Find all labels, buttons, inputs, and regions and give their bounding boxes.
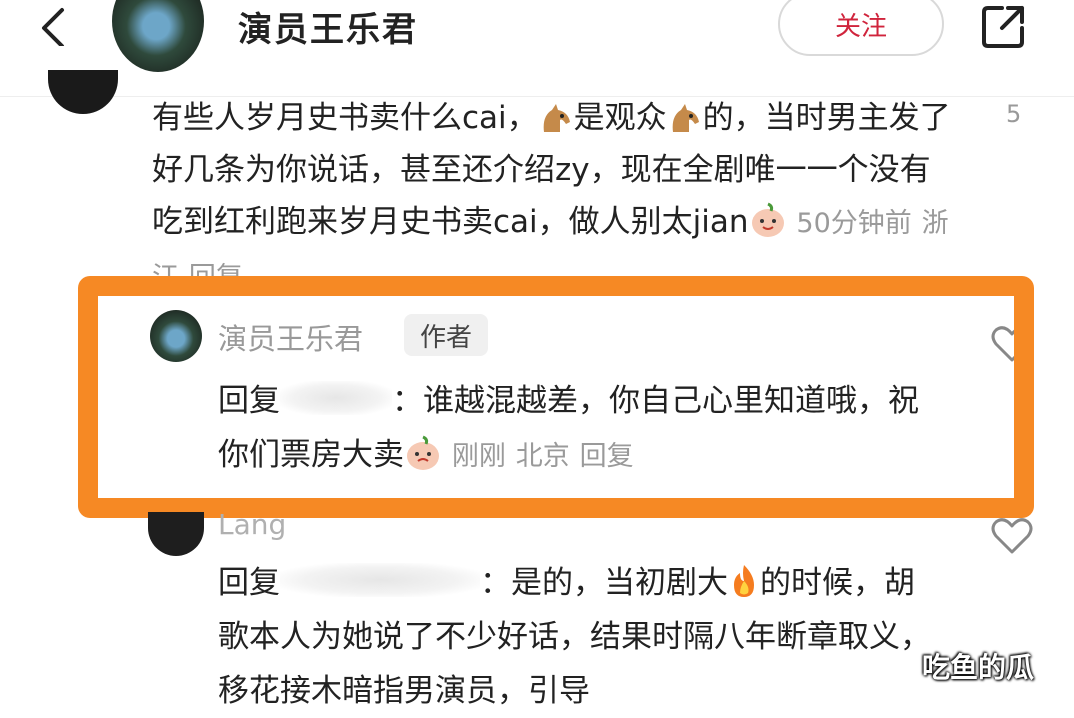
smile-emoji xyxy=(751,202,784,237)
horse-emoji xyxy=(543,104,570,132)
comment-body: 有些人岁月史书卖什么cai， 是观众 的，当时男主发了好几条为你说话，甚至还介绍zy… xyxy=(152,92,952,304)
fire-emoji xyxy=(734,565,754,597)
comment-text-a: 有些人岁月史书卖什么cai， xyxy=(152,100,538,136)
watermark: 吃鱼的瓜 xyxy=(922,651,1035,684)
reply2-author-name[interactable]: Lang xyxy=(218,508,286,541)
comment-time: 50分钟前 xyxy=(796,208,912,239)
reply2-body: 回复 ：是的，当初剧大 的时候，胡歌本人为她说了不少好话，结果时隔八年断章取义，移花… xyxy=(218,556,938,718)
highlight-frame xyxy=(78,276,1034,518)
horse-emoji xyxy=(672,104,699,132)
blurred-username xyxy=(280,563,480,597)
like-count: 5 xyxy=(1006,100,1022,128)
back-icon[interactable] xyxy=(34,6,74,46)
comment-text-b: 是观众 xyxy=(573,100,667,136)
page-title: 演员王乐君 xyxy=(238,10,418,50)
heart-icon[interactable] xyxy=(990,516,1034,556)
commenter-avatar[interactable] xyxy=(48,70,118,114)
follow-button[interactable]: 关注 xyxy=(778,0,944,56)
share-icon[interactable] xyxy=(980,4,1026,50)
reply2-text-a: ：是的，当初剧大 xyxy=(480,565,728,601)
reply2-avatar[interactable] xyxy=(148,512,204,556)
reply2-prefix: 回复 xyxy=(218,565,280,601)
